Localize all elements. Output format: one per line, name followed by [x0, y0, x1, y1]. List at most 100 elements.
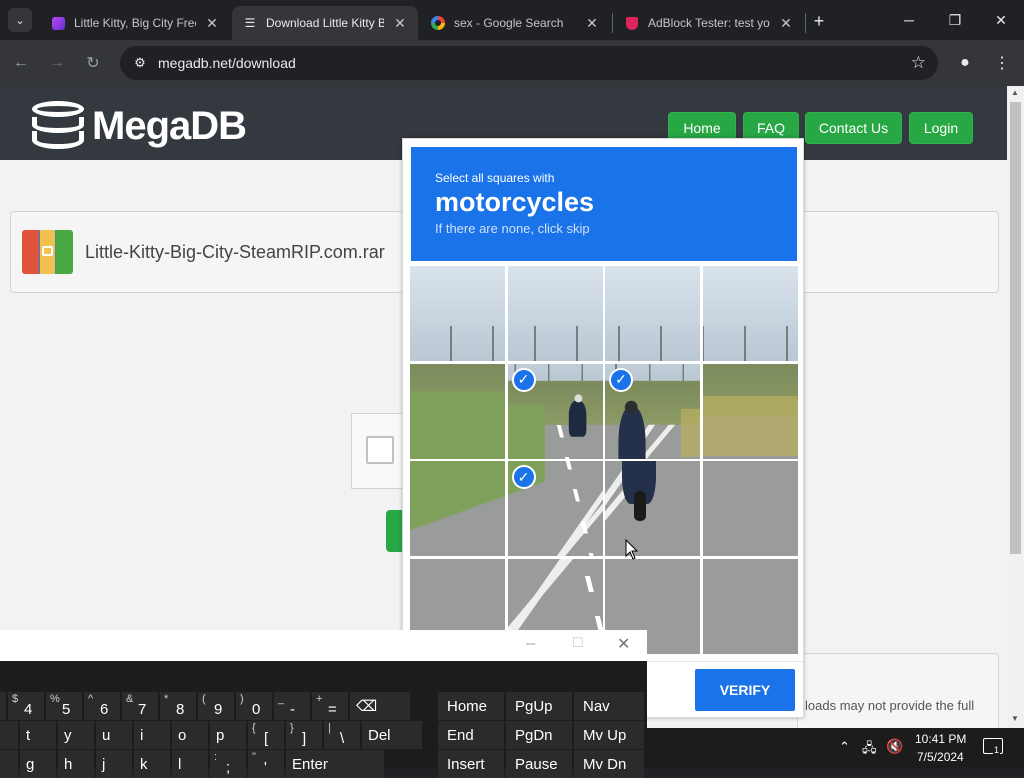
captcha-tile[interactable]: ✓ [507, 461, 603, 556]
captcha-tile[interactable] [605, 266, 700, 361]
tab-0[interactable]: Little Kitty, Big City Free ✕ [40, 6, 230, 40]
keyboard-key[interactable]: p [210, 721, 246, 749]
keyboard-nav-key[interactable]: PgDn [506, 721, 572, 749]
close-window-button[interactable]: ✕ [978, 0, 1024, 40]
close-icon[interactable]: ✕ [617, 634, 630, 654]
keyboard-key[interactable]: * 8 [160, 692, 196, 720]
keyboard-nav-key[interactable]: Mv Up [574, 721, 644, 749]
keyboard-key[interactable]: g [20, 750, 56, 778]
keyboard-key[interactable]: r [0, 721, 18, 749]
keyboard-key[interactable]: 3 [0, 692, 6, 720]
keyboard-nav-key[interactable]: PgUp [506, 692, 572, 720]
keyboard-key[interactable]: k [134, 750, 170, 778]
captcha-tile[interactable] [702, 558, 798, 654]
close-icon[interactable]: ✕ [778, 15, 794, 32]
keyboard-key[interactable]: f [0, 750, 18, 778]
new-tab-button[interactable]: + [806, 8, 832, 34]
keyboard-key[interactable]: t [20, 721, 56, 749]
clock-date[interactable]: 7/5/2024 [917, 750, 964, 764]
tab-strip: ⌄ Little Kitty, Big City Free ✕ ☰ Downlo… [0, 0, 1024, 40]
captcha-tile[interactable] [410, 266, 505, 361]
page-scrollbar[interactable]: ▲ ▼ [1007, 86, 1024, 728]
key-shift-label: ) [240, 693, 244, 705]
site-logo[interactable]: MegaDB [30, 98, 247, 154]
network-icon[interactable]: 🖧 [862, 739, 877, 761]
verify-button[interactable]: VERIFY [695, 669, 795, 711]
site-info-icon[interactable]: ⚙ [128, 55, 152, 71]
close-icon: ✕ [995, 11, 1007, 28]
url-text[interactable]: megadb.net/download [158, 55, 296, 71]
keyboard-key[interactable]: y [58, 721, 94, 749]
tab-1[interactable]: ☰ Download Little Kitty B ✕ [232, 6, 418, 40]
keyboard-nav-key[interactable]: Home [438, 692, 504, 720]
reload-button[interactable]: ↻ [78, 48, 108, 78]
tab-search-button[interactable]: ⌄ [8, 8, 32, 32]
nav-contact-us[interactable]: Contact Us [805, 112, 902, 144]
captcha-tile[interactable] [702, 363, 798, 459]
notification-icon[interactable]: 1 [983, 738, 1003, 755]
keyboard-key[interactable]: u [96, 721, 132, 749]
keyboard-nav-key[interactable]: Nav [574, 692, 644, 720]
captcha-tile-image [410, 363, 505, 459]
keyboard-key[interactable]: ⌫ [350, 692, 410, 720]
captcha-tile[interactable] [605, 461, 700, 556]
keyboard-key[interactable]: + = [312, 692, 348, 720]
keyboard-key[interactable]: (9 [198, 692, 234, 720]
captcha-tile[interactable] [702, 461, 798, 556]
keyboard-key[interactable]: " ' [248, 750, 284, 778]
back-button[interactable]: ← [6, 48, 36, 78]
minimize-button[interactable]: ─ [886, 0, 932, 40]
captcha-checkbox[interactable] [366, 436, 394, 464]
captcha-tile[interactable]: ✓ [605, 363, 700, 459]
close-icon[interactable]: ✕ [392, 15, 408, 32]
keyboard-key[interactable]: l [172, 750, 208, 778]
keyboard-key[interactable]: & 7 [122, 692, 158, 720]
scroll-down-icon[interactable]: ▼ [1011, 714, 1019, 723]
nav-login[interactable]: Login [909, 112, 973, 144]
browser-toolbar: ← → ↻ ⚙ megadb.net/download ☆ ● ⋮ [0, 40, 1024, 86]
check-icon: ✓ [511, 465, 536, 489]
keyboard-key[interactable]: _ - [274, 692, 310, 720]
captcha-tile[interactable] [702, 266, 798, 361]
profile-button[interactable]: ● [950, 48, 980, 78]
address-bar[interactable]: ⚙ megadb.net/download ☆ [120, 46, 938, 80]
keyboard-nav-key[interactable]: Insert [438, 750, 504, 778]
close-icon[interactable]: ✕ [204, 15, 220, 32]
tab-3[interactable]: AdBlock Tester: test yo ✕ [614, 6, 804, 40]
keyboard-key[interactable]: | \ [324, 721, 360, 749]
keyboard-key[interactable]: Del [362, 721, 422, 749]
captcha-tile[interactable] [507, 266, 603, 361]
keyboard-key[interactable]: $4 [8, 692, 44, 720]
close-icon[interactable]: ✕ [584, 15, 600, 32]
tab-2[interactable]: sex - Google Search ✕ [420, 6, 610, 40]
captcha-tile[interactable] [410, 363, 505, 459]
captcha-tile[interactable] [410, 461, 505, 556]
keyboard-nav-key[interactable]: Mv Dn [574, 750, 644, 778]
keyboard-nav-key[interactable]: Pause [506, 750, 572, 778]
keyboard-key[interactable]: j [96, 750, 132, 778]
keyboard-key[interactable]: Enter [286, 750, 384, 778]
key-label: Nav [583, 697, 610, 715]
restore-button[interactable]: ❐ [932, 0, 978, 40]
keyboard-key[interactable]: }] [286, 721, 322, 749]
star-icon[interactable]: ☆ [911, 53, 926, 73]
forward-button[interactable]: → [42, 48, 72, 78]
keyboard-key[interactable]: :; [210, 750, 246, 778]
captcha-tile[interactable]: ✓ [507, 363, 603, 459]
keyboard-key[interactable]: ) 0 [236, 692, 272, 720]
minimize-icon[interactable]: ─ [526, 636, 535, 651]
menu-button[interactable]: ⋮ [987, 48, 1017, 78]
volume-muted-icon[interactable]: 🔇 [886, 738, 903, 755]
keyboard-key[interactable]: {[ [248, 721, 284, 749]
keyboard-key[interactable]: h [58, 750, 94, 778]
keyboard-key[interactable]: % 5 [46, 692, 82, 720]
keyboard-key[interactable]: i [134, 721, 170, 749]
keyboard-key[interactable]: ^ 6 [84, 692, 120, 720]
clock-time[interactable]: 10:41 PM [915, 732, 966, 746]
keyboard-key[interactable]: o [172, 721, 208, 749]
maximize-icon[interactable]: ☐ [572, 635, 584, 651]
scroll-up-icon[interactable]: ▲ [1011, 88, 1019, 97]
chevron-up-icon[interactable]: ⌃ [839, 739, 850, 755]
scroll-thumb[interactable] [1010, 102, 1021, 554]
keyboard-nav-key[interactable]: End [438, 721, 504, 749]
